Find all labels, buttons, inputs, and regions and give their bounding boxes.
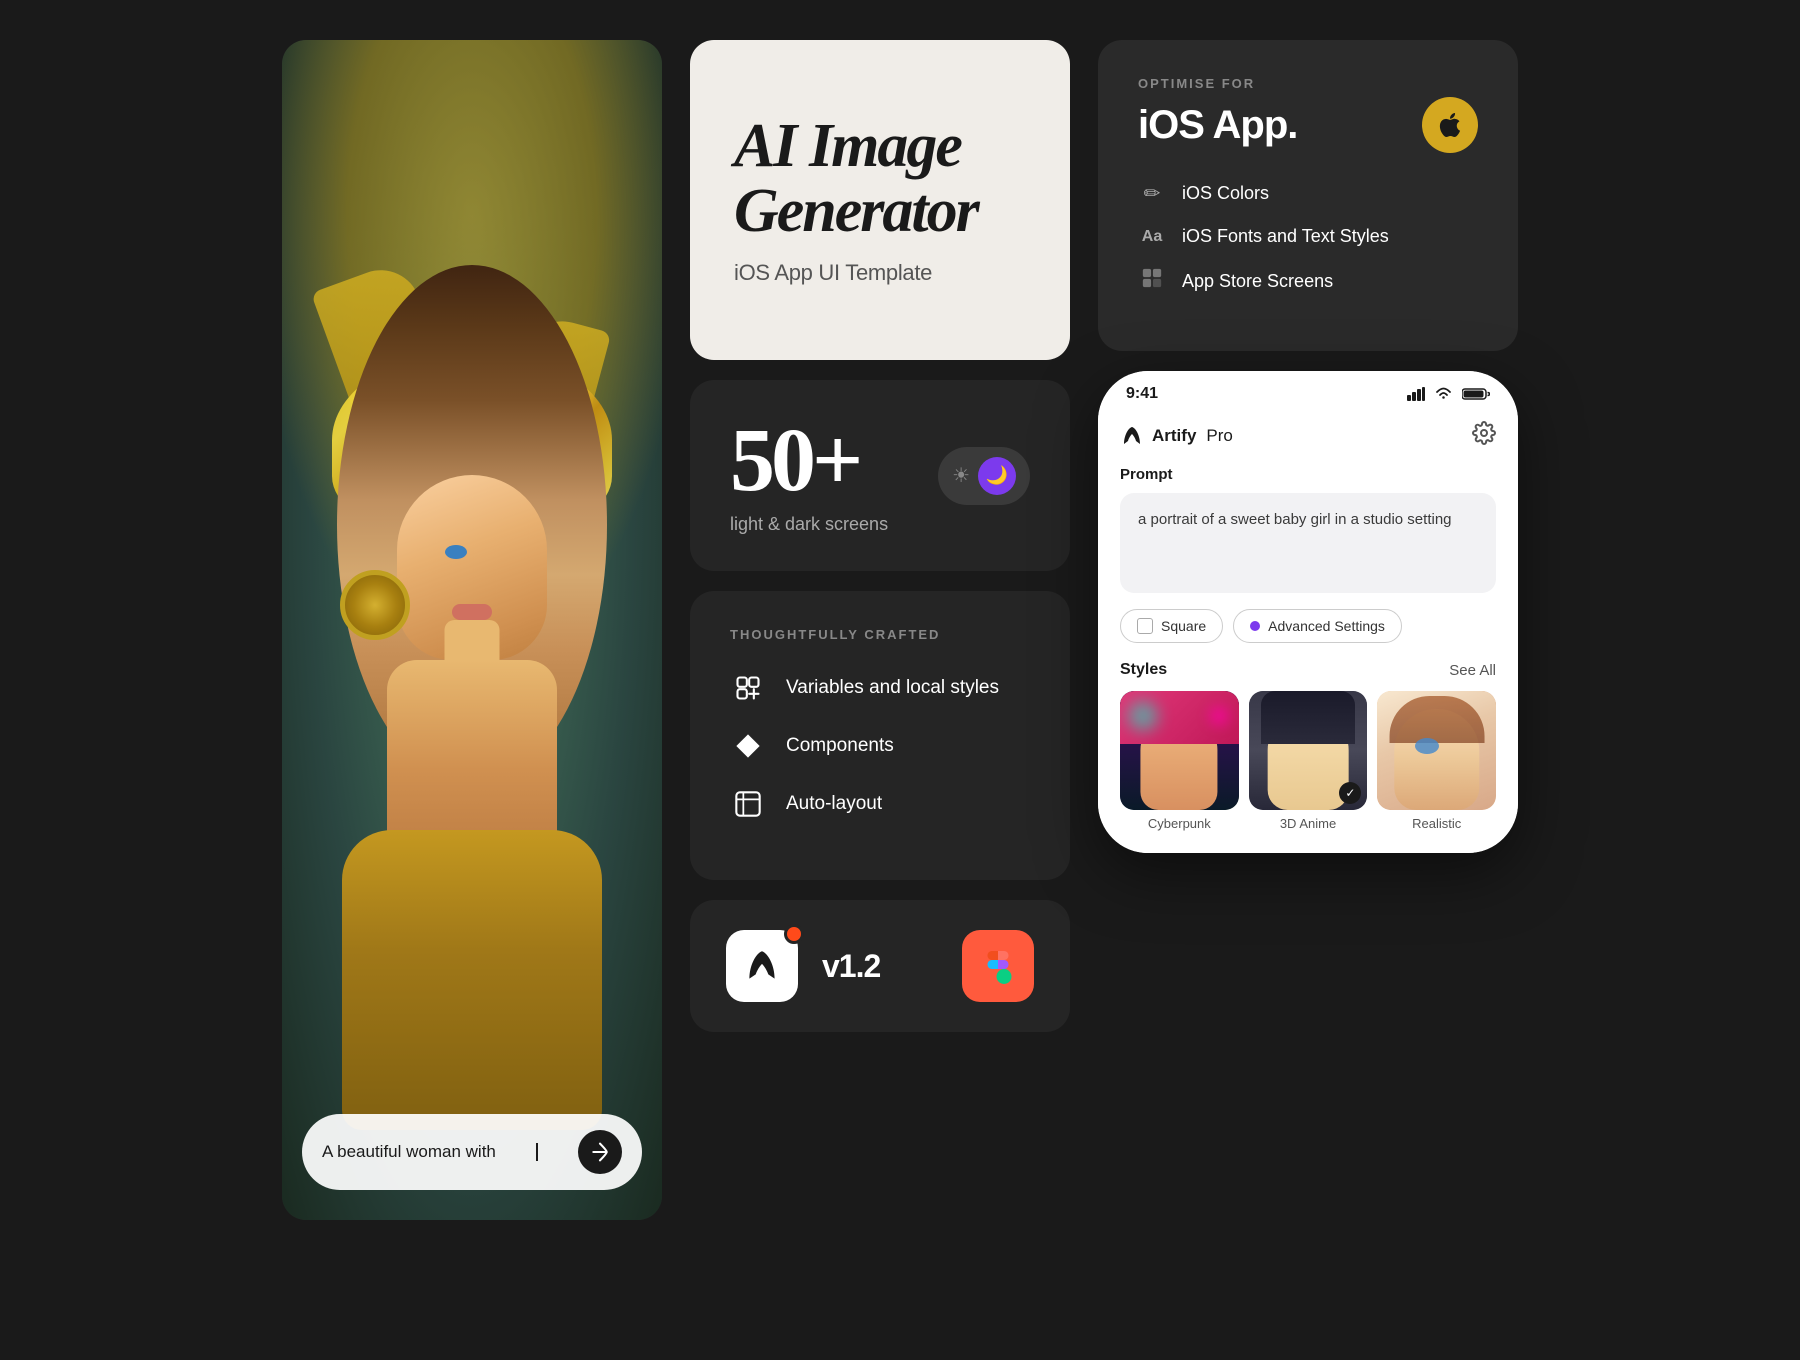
apple-icon — [1422, 97, 1478, 153]
figma-logo — [962, 930, 1034, 1002]
prompt-input-text: a portrait of a sweet baby girl in a stu… — [1138, 509, 1478, 532]
feature-variables: Variables and local styles — [730, 670, 1030, 706]
phone-mockup: 9:41 — [1098, 371, 1518, 853]
style-thumb-cyberpunk — [1120, 691, 1239, 810]
feature-text-autolayout: Auto-layout — [786, 793, 882, 815]
hero-prompt-text: A beautiful woman with — [322, 1142, 496, 1162]
send-icon — [590, 1142, 610, 1162]
gear-icon — [1472, 421, 1496, 445]
wifi-icon — [1435, 387, 1452, 401]
status-time: 9:41 — [1126, 385, 1158, 403]
style-item-anime[interactable]: ✓ 3D Anime — [1249, 691, 1368, 831]
moon-icon[interactable]: 🌙 — [978, 457, 1016, 495]
ios-feature-fonts: Aa iOS Fonts and Text Styles — [1138, 226, 1478, 247]
cyberpunk-label: Cyberpunk — [1120, 816, 1239, 831]
artify-icon — [741, 945, 783, 987]
title-card: AI Image Generator iOS App UI Template — [690, 40, 1070, 360]
advanced-settings-option[interactable]: Advanced Settings — [1233, 609, 1402, 643]
features-label: THOUGHTFULLY CRAFTED — [730, 627, 1030, 642]
appstore-icon — [1138, 267, 1166, 295]
phone-content: Artify Pro Prompt a portrait of a swee — [1098, 413, 1518, 853]
realistic-label: Realistic — [1377, 816, 1496, 831]
woman-eye — [445, 545, 467, 559]
stats-number: 50+ — [730, 416, 888, 506]
gear-button[interactable] — [1472, 421, 1496, 450]
right-column: OPTIMISE FOR iOS App. ✏ iOS Colors Aa iO… — [1098, 40, 1518, 853]
ios-feature-text-appstore: App Store Screens — [1182, 271, 1333, 292]
woman-dress — [342, 830, 602, 1130]
feature-components: Components — [730, 728, 1030, 764]
version-number: v1.2 — [822, 948, 880, 985]
ios-title: iOS App. — [1138, 103, 1297, 148]
style-item-realistic[interactable]: Realistic — [1377, 691, 1496, 831]
feature-text-components: Components — [786, 735, 894, 757]
artify-brand: Artify Pro — [1120, 424, 1233, 448]
anime-label: 3D Anime — [1249, 816, 1368, 831]
style-thumb-realistic — [1377, 691, 1496, 810]
artify-logo — [726, 930, 798, 1002]
prompt-input-area[interactable]: a portrait of a sweet baby girl in a stu… — [1120, 493, 1496, 593]
status-icons — [1407, 387, 1490, 401]
advanced-label: Advanced Settings — [1268, 618, 1385, 634]
style-thumb-anime: ✓ — [1249, 691, 1368, 810]
ios-panel: OPTIMISE FOR iOS App. ✏ iOS Colors Aa iO… — [1098, 40, 1518, 351]
artify-nav-logo — [1120, 424, 1144, 448]
square-checkbox[interactable] — [1137, 618, 1153, 634]
purple-dot-icon — [1250, 621, 1260, 631]
ios-feature-appstore: App Store Screens — [1138, 267, 1478, 295]
styles-section: Styles See All — [1120, 661, 1496, 831]
style-item-cyberpunk[interactable]: Cyberpunk — [1120, 691, 1239, 831]
square-label: Square — [1161, 618, 1206, 634]
ios-feature-text-fonts: iOS Fonts and Text Styles — [1182, 226, 1389, 247]
ios-header: iOS App. — [1138, 97, 1478, 153]
stats-label: light & dark screens — [730, 514, 888, 535]
anime-selected-icon: ✓ — [1339, 782, 1361, 804]
artify-pro-label: Pro — [1206, 426, 1232, 446]
signal-icon — [1407, 387, 1425, 401]
square-option[interactable]: Square — [1120, 609, 1223, 643]
app-subtitle: iOS App UI Template — [734, 260, 1026, 286]
see-all-button[interactable]: See All — [1449, 662, 1496, 679]
app-title: AI Image Generator — [734, 114, 1026, 244]
phone-options: Square Advanced Settings — [1120, 609, 1496, 643]
headphones — [340, 570, 410, 640]
optimise-label: OPTIMISE FOR — [1138, 76, 1478, 91]
ios-feature-text-colors: iOS Colors — [1182, 183, 1269, 204]
text-icon: Aa — [1138, 228, 1166, 246]
ios-feature-colors: ✏ iOS Colors — [1138, 181, 1478, 206]
hero-panel: A beautiful woman with — [282, 40, 662, 1220]
hero-send-button[interactable] — [578, 1130, 622, 1174]
components-icon — [730, 728, 766, 764]
feature-text-variables: Variables and local styles — [786, 677, 999, 699]
theme-toggle[interactable]: ☀ 🌙 — [938, 447, 1030, 505]
phone-nav: Artify Pro — [1120, 413, 1496, 466]
main-container: A beautiful woman with AI Image Generato… — [0, 0, 1800, 1360]
styles-header: Styles See All — [1120, 661, 1496, 679]
features-card: THOUGHTFULLY CRAFTED Variables and local… — [690, 591, 1070, 880]
variables-icon — [730, 670, 766, 706]
autolayout-icon — [730, 786, 766, 822]
middle-column: AI Image Generator iOS App UI Template 5… — [690, 40, 1070, 1032]
battery-icon — [1462, 387, 1490, 401]
prompt-section: Prompt a portrait of a sweet baby girl i… — [1120, 466, 1496, 593]
woman-silhouette — [322, 370, 622, 1130]
sun-icon: ☀ — [952, 463, 970, 488]
bottom-bar: v1.2 — [690, 900, 1070, 1032]
styles-title: Styles — [1120, 661, 1167, 679]
stats-card: 50+ light & dark screens ☀ 🌙 — [690, 380, 1070, 571]
woman-lips — [452, 604, 492, 620]
pencil-icon: ✏ — [1138, 181, 1166, 206]
feature-autolayout: Auto-layout — [730, 786, 1030, 822]
logo-notification-dot — [784, 924, 804, 944]
styles-grid: Cyberpunk ✓ 3D Anime — [1120, 691, 1496, 831]
artify-name: Artify — [1152, 426, 1196, 446]
hero-prompt-bar[interactable]: A beautiful woman with — [302, 1114, 642, 1190]
prompt-label: Prompt — [1120, 466, 1496, 483]
status-bar: 9:41 — [1098, 371, 1518, 413]
cursor — [536, 1143, 538, 1161]
